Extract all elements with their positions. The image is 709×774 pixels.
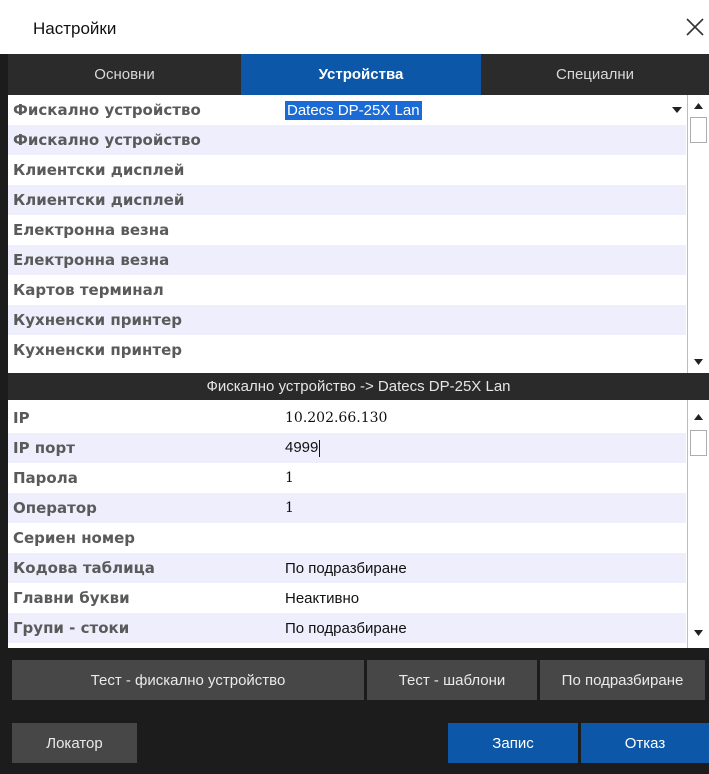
tab-devices[interactable]: Устройства — [241, 54, 481, 95]
property-row[interactable]: Групи - стоки По подразбиране — [8, 613, 686, 643]
device-row[interactable]: Клиентски дисплей — [8, 155, 686, 185]
device-label: Клиентски дисплей — [13, 191, 185, 209]
close-icon[interactable] — [684, 16, 706, 38]
scroll-up-arrow[interactable] — [691, 99, 706, 113]
defaults-button[interactable]: По подразбиране — [540, 660, 705, 700]
property-row[interactable]: Парола 1 — [8, 463, 686, 493]
tab-bar: Основни Устройства Специални — [8, 54, 709, 95]
device-label: Фискално устройство — [13, 131, 201, 149]
device-row[interactable]: Кухненски принтер — [8, 335, 686, 365]
code-table-select[interactable]: По подразбиране — [285, 560, 407, 577]
device-label: Фискално устройство — [13, 101, 201, 119]
device-row[interactable]: Електронна везна — [8, 215, 686, 245]
arrow-down-icon — [694, 359, 703, 365]
scroll-thumb[interactable] — [690, 430, 707, 456]
device-label: Клиентски дисплей — [13, 161, 185, 179]
scroll-down-arrow[interactable] — [691, 626, 706, 640]
title-bar: Настройки — [0, 0, 709, 54]
property-label: Кодова таблица — [13, 559, 155, 577]
details-scrollbar[interactable] — [687, 400, 709, 648]
property-label: IP порт — [13, 439, 75, 457]
device-row[interactable]: Електронна везна — [8, 245, 686, 275]
property-row[interactable]: Сериен номер — [8, 523, 686, 553]
locator-button[interactable]: Локатор — [12, 723, 137, 763]
arrow-up-icon — [694, 103, 703, 109]
scroll-up-arrow[interactable] — [691, 410, 706, 424]
operator-field[interactable]: 1 — [285, 500, 294, 516]
device-row[interactable]: Фискално устройство — [8, 125, 686, 155]
save-button[interactable]: Запис — [448, 723, 578, 763]
property-label: Оператор — [13, 499, 97, 517]
device-select[interactable]: Datecs DP-25X Lan — [285, 100, 422, 120]
password-field[interactable]: 1 — [285, 470, 294, 486]
scroll-thumb[interactable] — [690, 117, 707, 143]
ip-field[interactable]: 10.202.66.130 — [285, 410, 387, 426]
devices-grid: Фискално устройство Datecs DP-25X Lan Фи… — [8, 95, 709, 373]
devices-scrollbar[interactable] — [687, 95, 709, 373]
details-header: Фискално устройство -> Datecs DP-25X Lan — [8, 373, 709, 400]
arrow-up-icon — [694, 414, 703, 420]
chevron-down-icon — [671, 107, 682, 113]
property-row[interactable]: IP 10.202.66.130 — [8, 403, 686, 433]
property-label: Парола — [13, 469, 78, 487]
property-row[interactable]: Кодова таблица По подразбиране — [8, 553, 686, 583]
device-label: Електронна везна — [13, 251, 170, 269]
device-label: Електронна везна — [13, 221, 170, 239]
property-row[interactable]: IP порт 4999 — [8, 433, 686, 463]
property-row[interactable]: Главни букви Неактивно — [8, 583, 686, 613]
property-label: Сериен номер — [13, 529, 136, 547]
device-row[interactable]: Клиентски дисплей — [8, 185, 686, 215]
device-label: Картов терминал — [13, 281, 164, 299]
port-field-value: 4999 — [285, 439, 319, 457]
tab-special[interactable]: Специални — [481, 54, 709, 95]
dropdown-button[interactable] — [668, 101, 685, 119]
cancel-button[interactable]: Отказ — [581, 723, 709, 763]
device-row[interactable]: Фискално устройство Datecs DP-25X Lan — [8, 95, 686, 125]
property-row[interactable]: Оператор 1 — [8, 493, 686, 523]
property-label: Групи - стоки — [13, 619, 130, 637]
window-title: Настройки — [33, 19, 117, 38]
goods-groups-select[interactable]: По подразбиране — [285, 620, 407, 637]
device-label: Кухненски принтер — [13, 341, 182, 359]
device-row[interactable]: Картов терминал — [8, 275, 686, 305]
property-label: IP — [13, 409, 30, 427]
text-caret — [319, 439, 321, 457]
device-select-value: Datecs DP-25X Lan — [285, 100, 422, 120]
arrow-down-icon — [694, 630, 703, 636]
tab-basic[interactable]: Основни — [8, 54, 241, 95]
port-field[interactable]: 4999 — [285, 439, 321, 457]
test-fiscal-device-button[interactable]: Тест - фискално устройство — [12, 660, 364, 700]
device-row[interactable]: Кухненски принтер — [8, 305, 686, 335]
device-label: Кухненски принтер — [13, 311, 182, 329]
capital-letters-select[interactable]: Неактивно — [285, 590, 359, 607]
test-templates-button[interactable]: Тест - шаблони — [367, 660, 537, 700]
property-label: Главни букви — [13, 589, 130, 607]
scroll-down-arrow[interactable] — [691, 355, 706, 369]
details-grid: IP 10.202.66.130 IP порт 4999 Парола 1 О… — [8, 400, 709, 648]
